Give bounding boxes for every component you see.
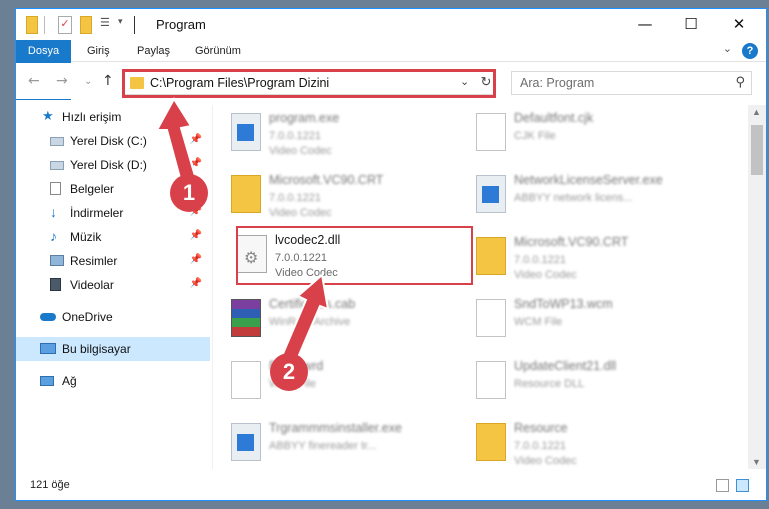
arrow-1	[155, 97, 197, 180]
annotation-arrows	[155, 97, 330, 364]
step-1-badge: 1	[170, 174, 208, 212]
arrow-2	[280, 273, 330, 364]
step-2-badge: 2	[270, 353, 308, 391]
